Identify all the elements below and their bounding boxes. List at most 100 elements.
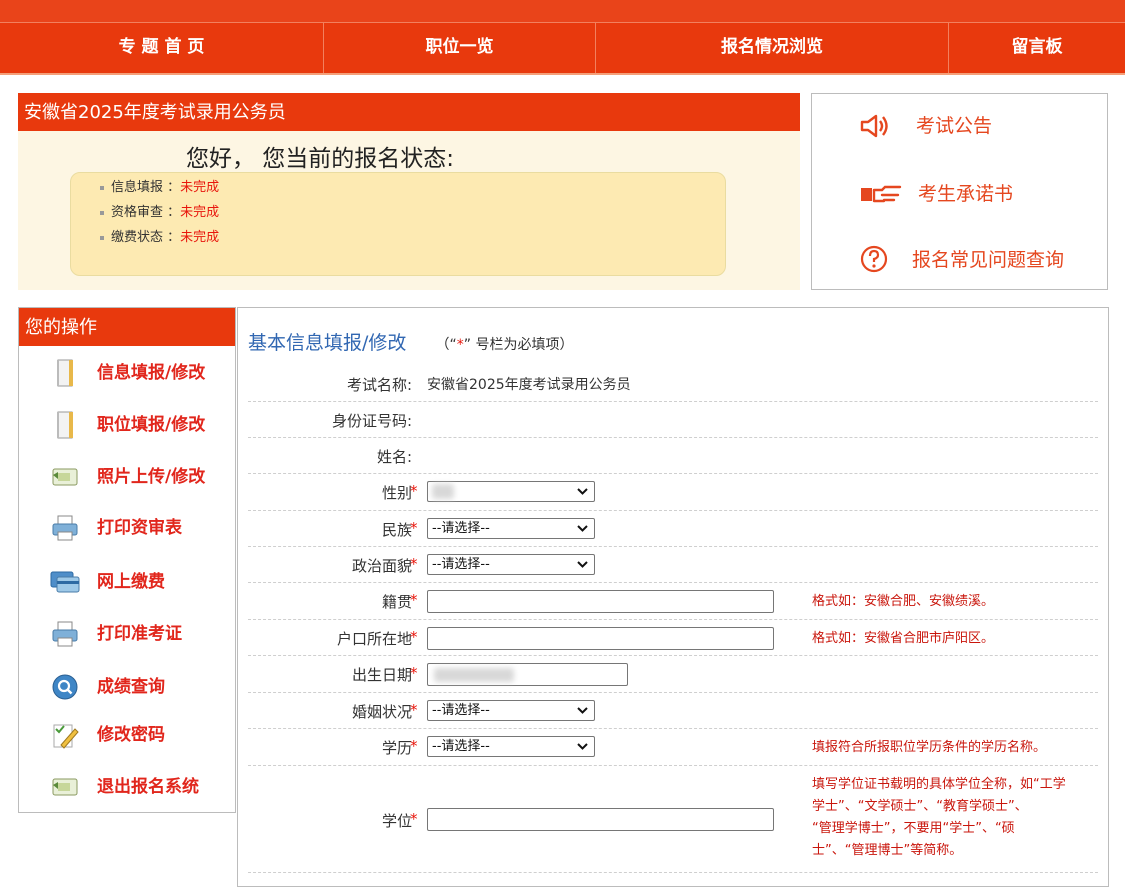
field-label: 性别 — [381, 484, 412, 502]
sidebar-item-info-fill[interactable]: 信息填报/修改 — [19, 353, 235, 393]
notebook-icon — [57, 411, 73, 439]
row-political-status: 政治面貌 * --请选择-- — [248, 546, 1098, 583]
degree-hint-line: “管理学博士”，不要用“学士”、“硕 — [812, 821, 1015, 836]
status-label: 信息填报 ： — [111, 180, 181, 195]
field-label: 身份证号码: — [331, 412, 412, 430]
question-mark-icon — [860, 245, 888, 273]
sidebar-item-label: 照片上传/修改 — [97, 467, 206, 487]
sidebar-item-logout[interactable]: 退出报名系统 — [19, 767, 235, 807]
ethnicity-select[interactable]: --请选择-- — [427, 518, 595, 539]
birth-date-input[interactable] — [427, 663, 628, 686]
select-value: --请选择-- — [432, 557, 490, 572]
row-exam-name: 考试名称: 安徽省2025年度考试录用公务员 — [248, 365, 1098, 402]
redacted-value — [432, 484, 454, 499]
hukou-input[interactable] — [427, 627, 774, 650]
sidebar-item-label: 打印资审表 — [97, 518, 182, 538]
field-label: 民族 — [381, 521, 412, 539]
degree-hint-line: 学士”、“文学硕士”、“教育学硕士”、 — [812, 799, 1028, 814]
faq-label: 报名常见问题查询 — [912, 249, 1065, 271]
exam-notice-label: 考试公告 — [916, 115, 993, 137]
printer-icon — [52, 515, 78, 541]
field-label: 学历 — [381, 739, 412, 757]
exit-card-icon — [52, 778, 78, 796]
required-star: * — [410, 810, 418, 828]
required-star: * — [410, 737, 418, 755]
field-label: 婚姻状况 — [351, 703, 412, 721]
sidebar-title: 您的操作 — [19, 308, 235, 346]
degree-input[interactable] — [427, 808, 774, 831]
chevron-down-icon — [577, 743, 588, 750]
field-label: 出生日期 — [351, 666, 412, 684]
nav-positions[interactable]: 职位一览 — [324, 22, 595, 73]
native-place-hint: 格式如：安徽合肥、安徽绩溪。 — [812, 594, 995, 609]
redacted-value — [434, 668, 514, 682]
sidebar-item-label: 退出报名系统 — [97, 777, 199, 797]
sidebar-item-print-admission[interactable]: 打印准考证 — [19, 614, 235, 654]
marital-status-select[interactable]: --请选择-- — [427, 700, 595, 721]
nav-registration-stats[interactable]: 报名情况浏览 — [596, 22, 948, 73]
pencil-note-icon — [53, 724, 79, 749]
note-star: * — [456, 337, 464, 353]
select-value: --请选择-- — [432, 703, 490, 718]
chevron-down-icon — [577, 488, 588, 495]
sidebar-item-change-password[interactable]: 修改密码 — [19, 715, 235, 755]
degree-hint-line: 士”、“管理博士”等简称。 — [812, 843, 963, 858]
select-value: --请选择-- — [432, 521, 490, 536]
required-star: * — [410, 555, 418, 573]
field-label: 姓名: — [376, 448, 412, 466]
notebook-icon — [57, 359, 73, 387]
credit-card-icon — [50, 571, 80, 593]
status-value: 未完成 — [180, 180, 220, 195]
sidebar: 您的操作 信息填报/修改 职位填报/修改 照片上传/修改 打印资审表 网上缴费 … — [18, 307, 236, 813]
sidebar-item-label: 网上缴费 — [97, 572, 165, 592]
sidebar-item-label: 打印准考证 — [97, 624, 182, 644]
row-name: 姓名: — [248, 437, 1098, 474]
status-value: 未完成 — [180, 230, 220, 245]
field-label: 考试名称: — [346, 376, 412, 394]
required-star: * — [410, 519, 418, 537]
magnifier-icon — [52, 674, 78, 700]
row-birth-date: 出生日期 * — [248, 655, 1098, 693]
sidebar-item-print-review[interactable]: 打印资审表 — [19, 508, 235, 548]
status-label: 资格审查 ： — [111, 205, 181, 220]
status-item-review: 资格审查 ：未完成 — [100, 200, 725, 225]
note-text: （“ — [435, 337, 457, 353]
nav-message-board[interactable]: 留言板 — [949, 22, 1125, 73]
candidate-pledge-label: 考生承诺书 — [918, 183, 1014, 205]
status-value: 未完成 — [180, 205, 220, 220]
native-place-input[interactable] — [427, 590, 774, 613]
sidebar-item-score-query[interactable]: 成绩查询 — [19, 667, 235, 707]
hukou-hint: 格式如：安徽省合肥市庐阳区。 — [812, 631, 995, 646]
megaphone-icon — [860, 114, 888, 138]
exam-name-value: 安徽省2025年度考试录用公务员 — [427, 377, 631, 393]
nav-home[interactable]: 专 题 首 页 — [0, 22, 323, 73]
row-hukou: 户口所在地 * 格式如：安徽省合肥市庐阳区。 — [248, 619, 1098, 656]
row-education: 学历 * --请选择-- 填报符合所报职位学历条件的学历名称。 — [248, 728, 1098, 766]
required-star: * — [410, 701, 418, 719]
field-label: 户口所在地 — [336, 630, 412, 648]
sidebar-item-label: 职位填报/修改 — [97, 415, 206, 435]
sidebar-item-label: 修改密码 — [97, 725, 165, 745]
gender-select[interactable] — [427, 481, 595, 502]
select-value: --请选择-- — [432, 739, 490, 754]
form-heading: 基本信息填报/修改 — [248, 332, 407, 354]
photo-card-icon — [52, 468, 78, 486]
status-greeting: 您好， 您当前的报名状态: — [186, 146, 455, 172]
required-star: * — [410, 482, 418, 500]
political-status-select[interactable]: --请选择-- — [427, 554, 595, 575]
sidebar-item-position-fill[interactable]: 职位填报/修改 — [19, 405, 235, 445]
row-marital-status: 婚姻状况 * --请选择-- — [248, 692, 1098, 729]
education-select[interactable]: --请选择-- — [427, 736, 595, 757]
required-note: （“*” 号栏为必填项） — [436, 337, 574, 353]
note-text: ” 号栏为必填项） — [463, 337, 574, 353]
sidebar-item-photo-upload[interactable]: 照片上传/修改 — [19, 457, 235, 497]
row-degree: 学位 * 填写学位证书载明的具体学位全称，如“工学 学士”、“文学硕士”、“教育… — [248, 765, 1098, 873]
field-label: 政治面貌 — [351, 557, 412, 575]
sidebar-item-online-payment[interactable]: 网上缴费 — [19, 562, 235, 602]
required-star: * — [410, 591, 418, 609]
status-panel: 信息填报 ：未完成 资格审查 ：未完成 缴费状态 ：未完成 — [70, 172, 726, 276]
sidebar-item-label: 成绩查询 — [97, 677, 165, 697]
row-id-number: 身份证号码: — [248, 401, 1098, 438]
status-item-info: 信息填报 ：未完成 — [100, 175, 725, 200]
chevron-down-icon — [577, 707, 588, 714]
